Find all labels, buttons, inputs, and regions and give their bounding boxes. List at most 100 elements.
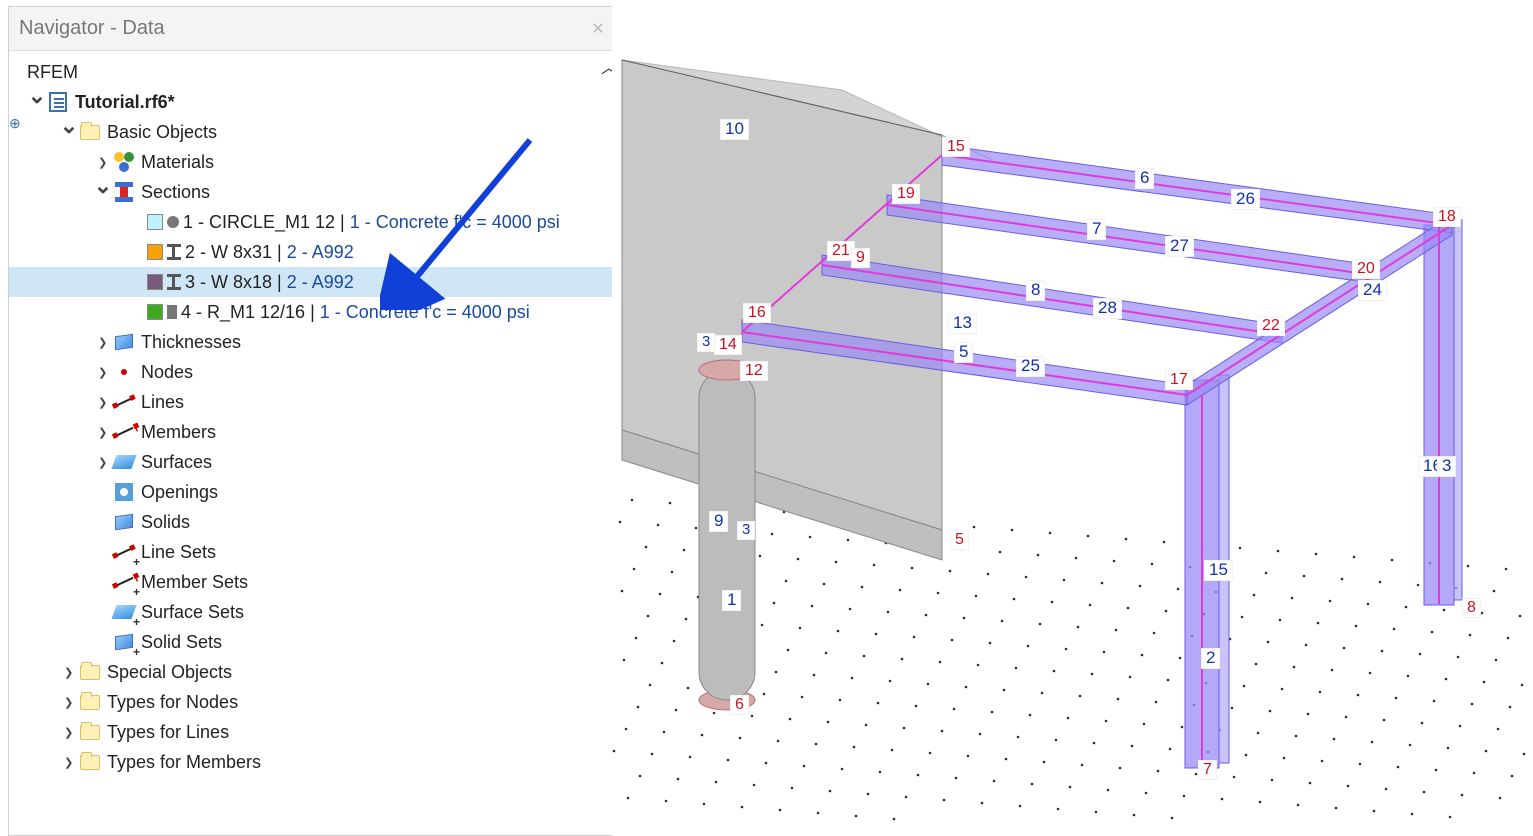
tree-types-members[interactable]: Types for Members	[9, 747, 622, 777]
line-sets-icon	[113, 541, 135, 563]
member-label: 24	[1358, 280, 1387, 301]
member-label: 26	[1231, 189, 1260, 210]
navigator-panel: Navigator - Data ✕ ⊕ ︿ RFEM Tutorial.rf6…	[8, 6, 623, 836]
member-label: 5	[954, 342, 973, 363]
chevron-right-icon[interactable]	[59, 724, 79, 741]
member-label: 1	[722, 590, 741, 611]
chevron-right-icon[interactable]	[59, 754, 79, 771]
folder-icon	[79, 691, 101, 713]
node-icon	[113, 361, 135, 383]
surface-sets-icon	[113, 601, 135, 623]
node-label: 8	[1462, 598, 1481, 618]
node-label: 6	[730, 695, 749, 715]
chevron-right-icon[interactable]	[93, 454, 113, 471]
member-label: 10	[720, 119, 749, 140]
node-label: 14	[714, 335, 742, 355]
tree-lines[interactable]: Lines	[9, 387, 622, 417]
tree-member-sets[interactable]: Member Sets	[9, 567, 622, 597]
member-label: 27	[1165, 236, 1194, 257]
tree-surfaces[interactable]: Surfaces	[9, 447, 622, 477]
section-swatch	[147, 274, 163, 290]
tree-solids[interactable]: Solids	[9, 507, 622, 537]
chevron-right-icon[interactable]	[93, 154, 113, 171]
section-label: 1 - CIRCLE_M1 12 | 1 - Concrete f'c = 40…	[183, 212, 560, 233]
panel-header: Navigator - Data ✕	[9, 7, 622, 51]
surfaces-icon	[113, 451, 135, 473]
section-shape-icon	[167, 274, 181, 290]
member-label: 3	[697, 333, 715, 352]
folder-icon	[79, 121, 101, 143]
member-label: 25	[1016, 356, 1045, 377]
tree-types-lines[interactable]: Types for Lines	[9, 717, 622, 747]
panel-body: ⊕ ︿ RFEM Tutorial.rf6* Basic Objects Mat…	[9, 51, 622, 835]
tree-openings[interactable]: Openings	[9, 477, 622, 507]
folder-icon	[79, 661, 101, 683]
close-icon[interactable]: ✕	[584, 17, 612, 41]
member-label: 3	[1437, 456, 1456, 477]
tree-members[interactable]: Members	[9, 417, 622, 447]
section-item-2[interactable]: 2 - W 8x31 | 2 - A992	[9, 237, 622, 267]
section-swatch	[147, 304, 163, 320]
section-label: 3 - W 8x18 | 2 - A992	[185, 272, 354, 293]
node-label: 16	[743, 303, 771, 323]
viewport-3d[interactable]: 1062672782428135253169315123151918219201…	[612, 0, 1533, 836]
section-label: 4 - R_M1 12/16 | 1 - Concrete f'c = 4000…	[181, 302, 530, 323]
pin-icon[interactable]: ⊕	[9, 115, 21, 132]
section-shape-icon	[167, 216, 179, 228]
chevron-down-icon[interactable]	[93, 179, 113, 205]
tree-nodes[interactable]: Nodes	[9, 357, 622, 387]
node-label: 17	[1165, 370, 1193, 390]
tree-basic-objects[interactable]: Basic Objects	[9, 117, 622, 147]
tree-root[interactable]: RFEM	[9, 57, 622, 87]
node-label: 20	[1352, 259, 1380, 279]
chevron-right-icon[interactable]	[59, 694, 79, 711]
member-label: 7	[1087, 219, 1106, 240]
tree-solid-sets[interactable]: Solid Sets	[9, 627, 622, 657]
node-label: 15	[942, 137, 970, 157]
member-label: 28	[1093, 298, 1122, 319]
lines-icon	[113, 391, 135, 413]
chevron-right-icon[interactable]	[59, 664, 79, 681]
folder-icon	[79, 721, 101, 743]
section-label: 2 - W 8x31 | 2 - A992	[185, 242, 354, 263]
chevron-down-icon[interactable]	[59, 119, 79, 145]
member-label: 3	[737, 521, 755, 540]
section-swatch	[147, 214, 163, 230]
openings-icon	[113, 481, 135, 503]
tree-types-nodes[interactable]: Types for Nodes	[9, 687, 622, 717]
navigator-tree: RFEM Tutorial.rf6* Basic Objects Materia…	[9, 57, 622, 777]
chevron-right-icon[interactable]	[93, 364, 113, 381]
tree-project[interactable]: Tutorial.rf6*	[9, 87, 622, 117]
solid-sets-icon	[113, 631, 135, 653]
tree-surface-sets[interactable]: Surface Sets	[9, 597, 622, 627]
member-label: 8	[1026, 280, 1045, 301]
section-swatch	[147, 244, 163, 260]
file-icon	[47, 91, 69, 113]
panel-title: Navigator - Data	[19, 17, 165, 40]
member-sets-icon	[113, 571, 135, 593]
node-label: 7	[1198, 760, 1217, 780]
section-item-3[interactable]: 3 - W 8x18 | 2 - A992	[9, 267, 622, 297]
members-icon	[113, 421, 135, 443]
node-label: 5	[950, 530, 969, 550]
tree-sections[interactable]: Sections	[9, 177, 622, 207]
chevron-right-icon[interactable]	[93, 424, 113, 441]
folder-icon	[79, 751, 101, 773]
chevron-down-icon[interactable]	[27, 89, 47, 115]
chevron-right-icon[interactable]	[93, 334, 113, 351]
member-label: 15	[1204, 560, 1233, 581]
tree-special-objects[interactable]: Special Objects	[9, 657, 622, 687]
tree-thicknesses[interactable]: Thicknesses	[9, 327, 622, 357]
section-item-1[interactable]: 1 - CIRCLE_M1 12 | 1 - Concrete f'c = 40…	[9, 207, 622, 237]
section-shape-icon	[167, 244, 181, 260]
section-item-4[interactable]: 4 - R_M1 12/16 | 1 - Concrete f'c = 4000…	[9, 297, 622, 327]
tree-line-sets[interactable]: Line Sets	[9, 537, 622, 567]
cube-icon	[113, 511, 135, 533]
node-label: 12	[740, 361, 768, 381]
node-label: 19	[892, 184, 920, 204]
chevron-right-icon[interactable]	[93, 394, 113, 411]
cube-icon	[113, 331, 135, 353]
materials-icon	[113, 151, 135, 173]
member-label: 2	[1201, 648, 1220, 669]
member-label: 13	[948, 313, 977, 334]
